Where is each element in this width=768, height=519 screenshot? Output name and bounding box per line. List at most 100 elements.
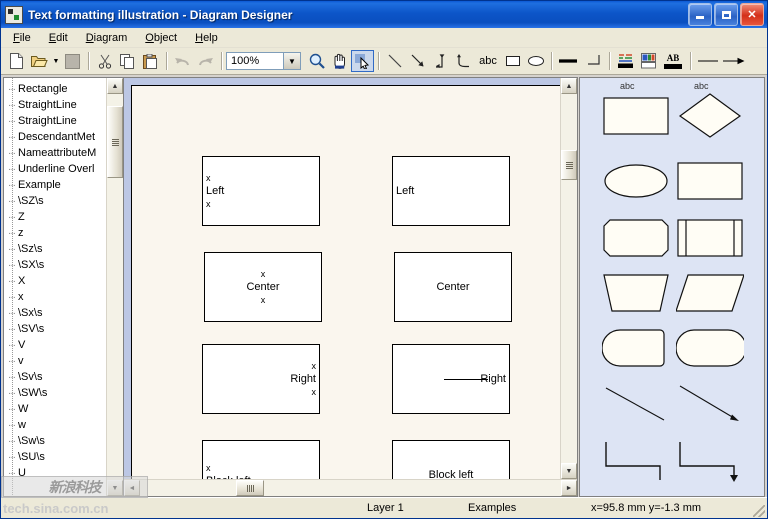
maximize-button[interactable] bbox=[714, 3, 738, 26]
tree-item[interactable]: ···w bbox=[4, 417, 106, 433]
connector-line[interactable] bbox=[444, 379, 488, 380]
tree-item[interactable]: ···\SW\s bbox=[4, 385, 106, 401]
shape-center-marked[interactable]: x Center x bbox=[204, 252, 322, 322]
menu-help[interactable]: Help bbox=[193, 31, 220, 45]
elbow-connector-icon[interactable] bbox=[429, 50, 452, 72]
canvas-scroll-thumb[interactable] bbox=[561, 150, 577, 180]
canvas-vertical-scrollbar[interactable]: ▲ ▼ bbox=[560, 78, 577, 479]
close-button[interactable]: ✕ bbox=[740, 3, 764, 26]
palette-line[interactable] bbox=[602, 380, 670, 431]
tree-item[interactable]: ···z bbox=[4, 225, 106, 241]
shape-palette-panel[interactable]: abc abc bbox=[579, 77, 765, 497]
shape-block-left-plain[interactable]: Block left bbox=[392, 440, 510, 479]
canvas-scroll-right-button[interactable]: ► bbox=[561, 480, 577, 496]
resize-grip-icon[interactable] bbox=[753, 505, 765, 517]
canvas-scroll-up-button[interactable]: ▲ bbox=[561, 78, 577, 94]
tree-item[interactable]: ···\Sw\s bbox=[4, 433, 106, 449]
curve-connector-icon[interactable] bbox=[452, 50, 475, 72]
shape-left-plain[interactable]: Left bbox=[392, 156, 510, 226]
object-tree-list[interactable]: ···Rectangle···StraightLine···StraightLi… bbox=[4, 78, 106, 496]
corner-style-icon[interactable] bbox=[582, 50, 605, 72]
palette-predefined-process[interactable] bbox=[676, 214, 744, 265]
tree-scroll-thumb[interactable] bbox=[107, 106, 123, 178]
text-tool-icon[interactable]: abc bbox=[475, 50, 501, 72]
canvas-hscroll-track[interactable] bbox=[140, 480, 561, 496]
palette-parallelogram[interactable] bbox=[675, 269, 745, 320]
tree-item[interactable]: ···\Sx\s bbox=[4, 305, 106, 321]
font-color-icon[interactable]: AB bbox=[660, 50, 686, 72]
new-document-icon[interactable] bbox=[5, 50, 28, 72]
line-style-icon[interactable] bbox=[556, 50, 582, 72]
tree-item[interactable]: ···W bbox=[4, 401, 106, 417]
tree-scroll-track[interactable] bbox=[107, 94, 123, 480]
palette-rectangle-2[interactable] bbox=[676, 157, 744, 208]
tree-item[interactable]: ···Rectangle bbox=[4, 81, 106, 97]
rectangle-tool-icon[interactable] bbox=[501, 50, 524, 72]
line-tool-icon[interactable] bbox=[383, 50, 406, 72]
canvas-hscroll-thumb[interactable] bbox=[236, 480, 264, 496]
fill-color-icon[interactable] bbox=[637, 50, 660, 72]
tree-item[interactable]: ···NameattributeM bbox=[4, 145, 106, 161]
shape-center-plain[interactable]: Center bbox=[394, 252, 512, 322]
diagram-canvas[interactable]: x Left x Left x Center x Center x Right x Right x Blo… bbox=[124, 78, 560, 479]
palette-elbow-arrow[interactable] bbox=[676, 436, 744, 487]
palette-ellipse[interactable] bbox=[602, 157, 670, 208]
line-end-arrow-icon[interactable] bbox=[721, 50, 747, 72]
menu-edit[interactable]: Edit bbox=[47, 31, 70, 45]
tree-item[interactable]: ···\SU\s bbox=[4, 449, 106, 465]
tree-item[interactable]: ···\Sz\s bbox=[4, 241, 106, 257]
tree-item[interactable]: ···\SX\s bbox=[4, 257, 106, 273]
arrow-tool-icon[interactable] bbox=[406, 50, 429, 72]
shape-block-left-marked[interactable]: x Block left bbox=[202, 440, 320, 479]
shape-left-marked[interactable]: x Left x bbox=[202, 156, 320, 226]
tree-vertical-scrollbar[interactable]: ▲ ▼ bbox=[106, 78, 123, 496]
canvas-scroll-down-button[interactable]: ▼ bbox=[561, 463, 577, 479]
diagram-sheet[interactable]: x Left x Left x Center x Center x Right x Right x Blo… bbox=[131, 85, 560, 479]
zoom-input[interactable]: 100% bbox=[226, 52, 284, 70]
line-color-icon[interactable] bbox=[614, 50, 637, 72]
tree-item[interactable]: ···v bbox=[4, 353, 106, 369]
tree-item[interactable]: ···DescendantMet bbox=[4, 129, 106, 145]
palette-delay[interactable] bbox=[675, 324, 747, 375]
palette-elbow-connector[interactable] bbox=[602, 436, 670, 487]
palette-arrow[interactable] bbox=[676, 380, 744, 431]
palette-rectangle[interactable] bbox=[602, 92, 670, 143]
open-folder-icon[interactable] bbox=[28, 50, 51, 72]
save-icon[interactable] bbox=[61, 50, 84, 72]
zoom-tool-icon[interactable] bbox=[305, 50, 328, 72]
tree-item[interactable]: ···\Sv\s bbox=[4, 369, 106, 385]
open-dropdown-arrow[interactable]: ▼ bbox=[51, 50, 61, 72]
tree-item[interactable]: ···x bbox=[4, 289, 106, 305]
tree-item[interactable]: ···\SZ\s bbox=[4, 193, 106, 209]
tree-item[interactable]: ···V bbox=[4, 337, 106, 353]
tree-item[interactable]: ···StraightLine bbox=[4, 97, 106, 113]
pan-hand-icon[interactable] bbox=[328, 50, 351, 72]
chevron-down-icon[interactable]: ▼ bbox=[284, 52, 301, 70]
select-pointer-icon[interactable] bbox=[351, 50, 374, 72]
tree-item[interactable]: ···X bbox=[4, 273, 106, 289]
ellipse-tool-icon[interactable] bbox=[524, 50, 547, 72]
minimize-button[interactable] bbox=[688, 3, 712, 26]
cut-icon[interactable] bbox=[93, 50, 116, 72]
palette-diamond[interactable] bbox=[676, 92, 744, 143]
copy-icon[interactable] bbox=[116, 50, 139, 72]
tree-item[interactable]: ···Underline Overl bbox=[4, 161, 106, 177]
menu-file[interactable]: File bbox=[11, 31, 33, 45]
palette-terminator[interactable] bbox=[601, 324, 670, 375]
tree-item[interactable]: ···Example bbox=[4, 177, 106, 193]
tree-item[interactable]: ···StraightLine bbox=[4, 113, 106, 129]
redo-icon[interactable] bbox=[194, 50, 217, 72]
canvas-horizontal-scrollbar[interactable]: ◄ ► bbox=[124, 479, 577, 496]
palette-trapezoid-down[interactable] bbox=[602, 269, 670, 320]
tree-item[interactable]: ···\SV\s bbox=[4, 321, 106, 337]
tree-item[interactable]: ···Z bbox=[4, 209, 106, 225]
canvas-scroll-track[interactable] bbox=[561, 94, 577, 463]
menu-diagram[interactable]: Diagram bbox=[84, 31, 130, 45]
paste-icon[interactable] bbox=[139, 50, 162, 72]
menu-object[interactable]: Object bbox=[143, 31, 179, 45]
shape-right-marked[interactable]: x Right x bbox=[202, 344, 320, 414]
undo-icon[interactable] bbox=[171, 50, 194, 72]
palette-octagon[interactable] bbox=[602, 214, 670, 265]
tree-scroll-up-button[interactable]: ▲ bbox=[107, 78, 123, 94]
line-end-none-icon[interactable] bbox=[695, 50, 721, 72]
